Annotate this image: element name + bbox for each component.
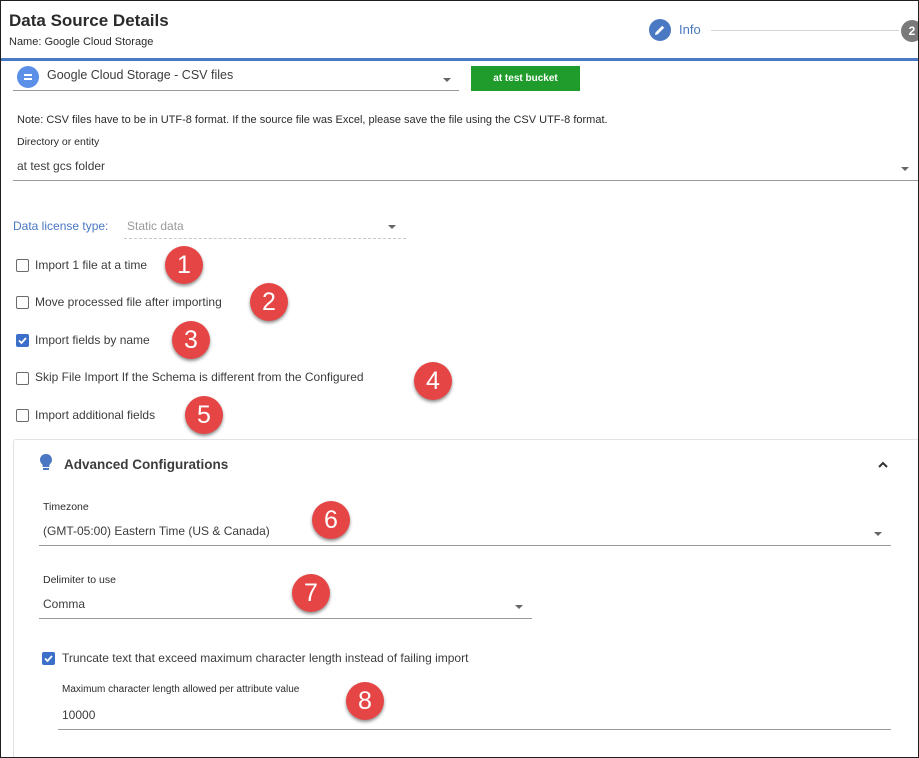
chevron-down-icon[interactable] bbox=[443, 78, 451, 82]
directory-underline bbox=[13, 180, 918, 181]
chevron-down-icon[interactable] bbox=[388, 225, 396, 229]
license-underline bbox=[124, 238, 406, 239]
max-length-label: Maximum character length allowed per att… bbox=[62, 684, 300, 695]
max-length-underline bbox=[58, 729, 891, 730]
marker-2: 2 bbox=[250, 283, 288, 321]
header-divider bbox=[1, 58, 918, 61]
marker-7: 7 bbox=[292, 574, 330, 612]
marker-5: 5 bbox=[185, 396, 223, 434]
marker-4: 4 bbox=[414, 362, 452, 400]
import-one-file-checkbox[interactable] bbox=[16, 259, 29, 272]
delimiter-label: Delimiter to use bbox=[43, 574, 116, 586]
page-subtitle: Name: Google Cloud Storage bbox=[9, 36, 154, 48]
max-length-input[interactable]: 10000 bbox=[62, 708, 95, 722]
data-source-details-window: Data Source Details Name: Google Cloud S… bbox=[0, 0, 919, 758]
move-processed-file-label[interactable]: Move processed file after importing bbox=[35, 295, 222, 309]
timezone-label: Timezone bbox=[43, 501, 89, 513]
bucket-button[interactable]: at test bucket bbox=[471, 66, 580, 91]
timezone-underline bbox=[39, 545, 891, 546]
license-type-select[interactable]: Static data bbox=[127, 219, 184, 233]
import-additional-fields-checkbox[interactable] bbox=[16, 409, 29, 422]
license-type-label: Data license type: bbox=[13, 219, 109, 233]
marker-6: 6 bbox=[312, 501, 350, 539]
delimiter-select[interactable]: Comma bbox=[43, 597, 85, 611]
step-2-badge[interactable]: 2 bbox=[901, 20, 918, 42]
lightbulb-icon bbox=[39, 453, 53, 478]
page-title: Data Source Details bbox=[9, 11, 169, 30]
import-fields-by-name-label[interactable]: Import fields by name bbox=[35, 333, 150, 347]
marker-1: 1 bbox=[165, 246, 203, 284]
source-select-underline bbox=[13, 90, 459, 91]
truncate-text-label[interactable]: Truncate text that exceed maximum charac… bbox=[62, 651, 468, 665]
move-processed-file-checkbox[interactable] bbox=[16, 296, 29, 309]
skip-file-import-label[interactable]: Skip File Import If the Schema is differ… bbox=[35, 370, 364, 384]
advanced-configurations-card bbox=[13, 439, 918, 757]
chevron-down-icon[interactable] bbox=[901, 167, 909, 171]
csv-format-note: Note: CSV files have to be in UTF-8 form… bbox=[17, 114, 608, 126]
pencil-icon[interactable] bbox=[649, 19, 671, 41]
import-one-file-label[interactable]: Import 1 file at a time bbox=[35, 258, 147, 272]
google-cloud-storage-icon bbox=[17, 66, 39, 88]
truncate-text-checkbox[interactable] bbox=[42, 652, 55, 665]
stepper-connector bbox=[711, 30, 899, 31]
source-type-select[interactable]: Google Cloud Storage - CSV files bbox=[47, 68, 233, 82]
marker-8: 8 bbox=[346, 682, 384, 720]
skip-file-import-checkbox[interactable] bbox=[16, 372, 29, 385]
delimiter-underline bbox=[39, 618, 532, 619]
chevron-down-icon[interactable] bbox=[874, 532, 882, 536]
chevron-down-icon[interactable] bbox=[515, 605, 523, 609]
advanced-configurations-title[interactable]: Advanced Configurations bbox=[64, 457, 228, 472]
import-additional-fields-label[interactable]: Import additional fields bbox=[35, 408, 155, 422]
timezone-select[interactable]: (GMT-05:00) Eastern Time (US & Canada) bbox=[43, 524, 270, 538]
import-fields-by-name-checkbox[interactable] bbox=[16, 334, 29, 347]
step-info-label[interactable]: Info bbox=[679, 22, 701, 37]
directory-label: Directory or entity bbox=[17, 136, 100, 148]
chevron-up-icon[interactable] bbox=[877, 457, 889, 475]
header: Data Source Details Name: Google Cloud S… bbox=[1, 1, 918, 58]
directory-select[interactable]: at test gcs folder bbox=[17, 159, 105, 173]
marker-3: 3 bbox=[172, 321, 210, 359]
